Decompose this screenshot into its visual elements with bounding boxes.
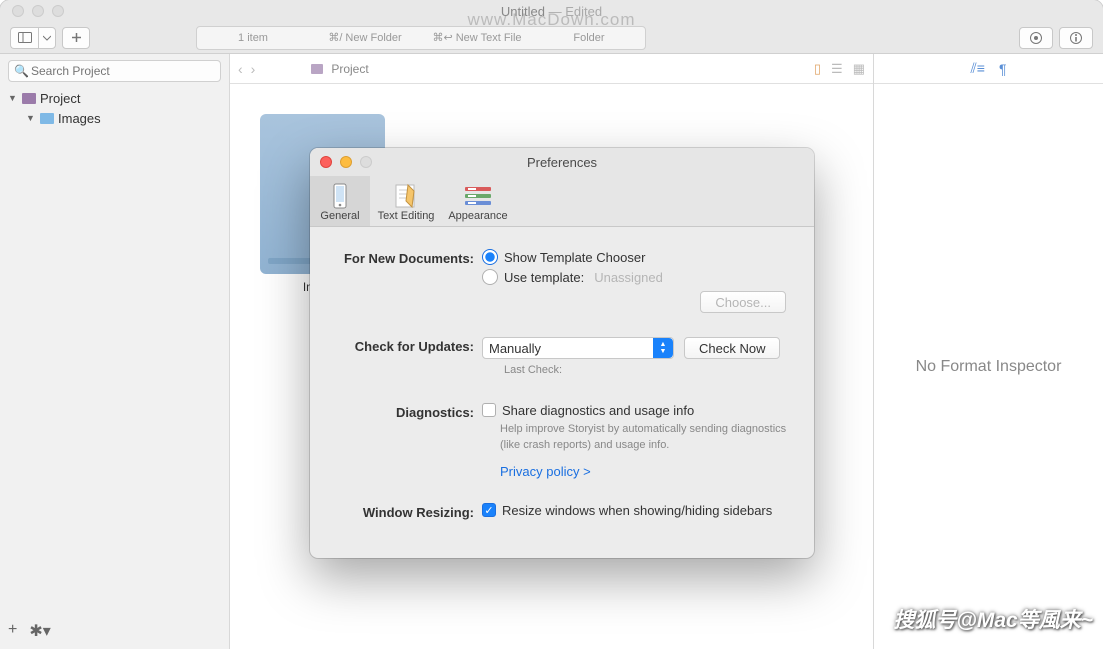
forward-button[interactable]: › (251, 61, 256, 77)
new-text-file-hint: ⌘↩ New Text File (421, 31, 533, 44)
radio-show-chooser[interactable] (482, 249, 498, 265)
folder-label: Folder (533, 32, 645, 44)
search-input[interactable] (8, 60, 221, 82)
item-count: 1 item (197, 32, 309, 44)
template-name: Unassigned (594, 270, 663, 285)
share-diagnostics-label: Share diagnostics and usage info (502, 403, 694, 418)
use-template-label: Use template: (504, 270, 584, 285)
resizing-label: Window Resizing: (332, 503, 482, 522)
update-mode-select[interactable]: Manually ▲▼ (482, 337, 674, 359)
zoom-icon (360, 156, 372, 168)
close-icon[interactable] (320, 156, 332, 168)
disclosure-icon[interactable]: ▼ (8, 93, 18, 103)
images-folder-icon (40, 113, 54, 124)
window-title: Untitled — Edited (501, 4, 602, 19)
list-view-icon[interactable]: ☰ (831, 61, 843, 77)
inspector-empty: No Format Inspector (874, 84, 1103, 649)
resize-label: Resize windows when showing/hiding sideb… (502, 503, 772, 518)
sidebar: 🔍 ▼ Project ▼ Images + ✱▾ (0, 54, 230, 649)
choose-template-button[interactable]: Choose... (700, 291, 786, 313)
category-inspector-icon[interactable]: ⫽≡ (971, 60, 985, 77)
info-button[interactable] (1059, 27, 1093, 49)
inspector-panel: ⫽≡ ¶ No Format Inspector (873, 54, 1103, 649)
resize-checkbox[interactable]: ✓ (482, 503, 496, 517)
zoom-icon[interactable] (52, 5, 64, 17)
sidebar-toggle-button[interactable] (10, 27, 38, 49)
show-chooser-label: Show Template Chooser (504, 250, 645, 265)
pilcrow-icon[interactable]: ¶ (999, 61, 1007, 77)
breadcrumb-folder-icon (311, 64, 323, 74)
tab-text-editing[interactable]: Text Editing (370, 176, 442, 226)
add-button[interactable] (62, 27, 90, 49)
tab-appearance[interactable]: Appearance (442, 176, 514, 226)
diagnostics-hint: Help improve Storyist by automatically s… (500, 422, 792, 454)
prefs-tabs: General Text Editing Appearance (310, 176, 814, 227)
radio-use-template[interactable] (482, 269, 498, 285)
prefs-titlebar: Preferences (310, 148, 814, 176)
appearance-icon (444, 182, 512, 210)
minimize-icon[interactable] (340, 156, 352, 168)
sidebar-dropdown-button[interactable] (38, 27, 56, 49)
project-tree: ▼ Project ▼ Images (0, 88, 229, 128)
new-docs-label: For New Documents: (332, 249, 482, 313)
chevron-updown-icon: ▲▼ (653, 338, 673, 358)
back-button[interactable]: ‹ (238, 61, 243, 77)
updates-label: Check for Updates: (332, 337, 482, 379)
tab-general[interactable]: General (310, 176, 370, 226)
page-view-icon[interactable]: ▯ (814, 61, 821, 77)
traffic-lights[interactable] (0, 5, 64, 17)
breadcrumb[interactable]: Project (331, 62, 368, 76)
target-button[interactable] (1019, 27, 1053, 49)
content-toolbar: ‹ › Project ▯ ☰ ▦ (230, 54, 873, 84)
new-folder-hint: ⌘/ New Folder (309, 31, 421, 44)
add-item-button[interactable]: + (8, 621, 17, 641)
titlebar: Untitled — Edited (0, 0, 1103, 22)
minimize-icon[interactable] (32, 5, 44, 17)
last-check-label: Last Check: (504, 363, 792, 379)
tree-child[interactable]: ▼ Images (0, 108, 229, 128)
prefs-title: Preferences (527, 155, 597, 170)
inspector-toolbar: ⫽≡ ¶ (874, 54, 1103, 84)
project-folder-icon (22, 93, 36, 104)
share-diagnostics-checkbox[interactable] (482, 403, 496, 417)
toolbar: 1 item ⌘/ New Folder ⌘↩ New Text File Fo… (0, 22, 1103, 54)
privacy-policy-link[interactable]: Privacy policy > (500, 464, 591, 479)
status-bar: 1 item ⌘/ New Folder ⌘↩ New Text File Fo… (196, 26, 646, 50)
tree-root[interactable]: ▼ Project (0, 88, 229, 108)
general-icon (312, 182, 368, 210)
text-editing-icon (372, 182, 440, 210)
disclosure-icon[interactable]: ▼ (26, 113, 36, 123)
check-now-button[interactable]: Check Now (684, 337, 780, 359)
grid-view-icon[interactable]: ▦ (853, 61, 865, 77)
search-icon: 🔍 (14, 64, 29, 78)
tree-child-label: Images (58, 111, 101, 126)
gear-icon[interactable]: ✱▾ (29, 621, 50, 641)
diagnostics-label: Diagnostics: (332, 403, 482, 479)
close-icon[interactable] (12, 5, 24, 17)
preferences-dialog: Preferences General Text Editing Appeara… (310, 148, 814, 558)
tree-root-label: Project (40, 91, 80, 106)
